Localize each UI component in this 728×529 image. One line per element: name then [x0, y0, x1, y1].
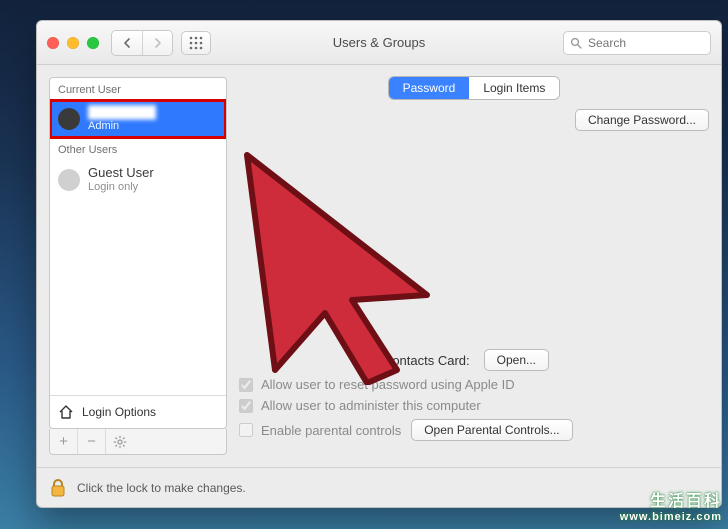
change-password-area: Change Password...	[575, 109, 709, 131]
guest-user-role: Login only	[88, 181, 154, 194]
desktop-background: Users & Groups Current User ████████ Adm…	[0, 0, 728, 529]
back-button[interactable]	[112, 31, 142, 55]
current-user-text: ████████ Admin	[88, 106, 156, 132]
enable-parental-controls-checkbox[interactable]: Enable parental controls	[239, 423, 401, 438]
tab-password[interactable]: Password	[389, 77, 470, 99]
guest-avatar-icon	[58, 169, 80, 191]
settings-list: Contacts Card: Open... Allow user to res…	[239, 343, 709, 455]
current-user-item[interactable]: ████████ Admin	[50, 100, 226, 138]
sidebar-footer-toolbar: + −	[49, 429, 227, 455]
allow-apple-id-reset-checkbox[interactable]: Allow user to reset password using Apple…	[239, 377, 515, 392]
other-users-header: Other Users	[50, 138, 226, 160]
lock-icon[interactable]	[49, 478, 67, 498]
allow-administer-row: Allow user to administer this computer	[239, 398, 709, 413]
contacts-card-row: Contacts Card: Open...	[239, 349, 709, 371]
close-window-button[interactable]	[47, 37, 59, 49]
search-field[interactable]	[563, 31, 711, 55]
allow-apple-id-reset-row: Allow user to reset password using Apple…	[239, 377, 709, 392]
guest-user-item[interactable]: Guest User Login only	[50, 160, 226, 200]
tab-bar: Password Login Items	[239, 77, 709, 99]
segmented-control: Password Login Items	[389, 77, 560, 99]
administer-input[interactable]	[239, 399, 253, 413]
add-user-button[interactable]: +	[50, 429, 78, 454]
zoom-window-button[interactable]	[87, 37, 99, 49]
window-content: Current User ████████ Admin Other Users …	[37, 65, 721, 467]
current-user-name: ████████	[88, 106, 156, 120]
login-options-item[interactable]: Login Options	[50, 395, 226, 428]
contacts-card-label: Contacts Card:	[383, 353, 470, 368]
change-password-button[interactable]: Change Password...	[575, 109, 709, 131]
watermark-url: www.bimeiz.com	[620, 511, 722, 523]
show-all-prefs-button[interactable]	[181, 31, 211, 55]
users-sidebar: Current User ████████ Admin Other Users …	[49, 77, 227, 455]
window-titlebar: Users & Groups	[37, 21, 721, 65]
forward-button[interactable]	[142, 31, 172, 55]
open-parental-controls-button[interactable]: Open Parental Controls...	[411, 419, 572, 441]
current-user-role: Admin	[88, 120, 156, 133]
minimize-window-button[interactable]	[67, 37, 79, 49]
parental-controls-row: Enable parental controls Open Parental C…	[239, 419, 709, 441]
user-actions-menu[interactable]	[106, 429, 134, 454]
house-icon	[58, 404, 74, 420]
chevron-left-icon	[123, 38, 131, 48]
main-panel: Password Login Items Change Password... …	[239, 77, 709, 455]
current-user-header: Current User	[50, 78, 226, 100]
traffic-lights	[47, 37, 99, 49]
chevron-right-icon	[154, 38, 162, 48]
apple-id-reset-input[interactable]	[239, 378, 253, 392]
open-contacts-card-button[interactable]: Open...	[484, 349, 549, 371]
lock-text: Click the lock to make changes.	[77, 481, 246, 495]
nav-back-forward	[111, 30, 173, 56]
guest-user-name: Guest User	[88, 166, 154, 181]
grid-icon	[189, 36, 203, 50]
search-input[interactable]	[588, 36, 704, 50]
watermark-title: 生活百科	[620, 493, 722, 511]
parental-input[interactable]	[239, 423, 253, 437]
login-options-label: Login Options	[82, 405, 156, 419]
remove-user-button[interactable]: −	[78, 429, 106, 454]
allow-administer-checkbox[interactable]: Allow user to administer this computer	[239, 398, 481, 413]
system-preferences-window: Users & Groups Current User ████████ Adm…	[36, 20, 722, 508]
user-list: Current User ████████ Admin Other Users …	[49, 77, 227, 429]
search-icon	[570, 37, 582, 49]
lock-bar: Click the lock to make changes.	[37, 467, 721, 507]
watermark: 生活百科 www.bimeiz.com	[620, 493, 722, 523]
tab-login-items[interactable]: Login Items	[469, 77, 559, 99]
user-avatar-icon	[58, 108, 80, 130]
gear-icon	[113, 435, 127, 449]
